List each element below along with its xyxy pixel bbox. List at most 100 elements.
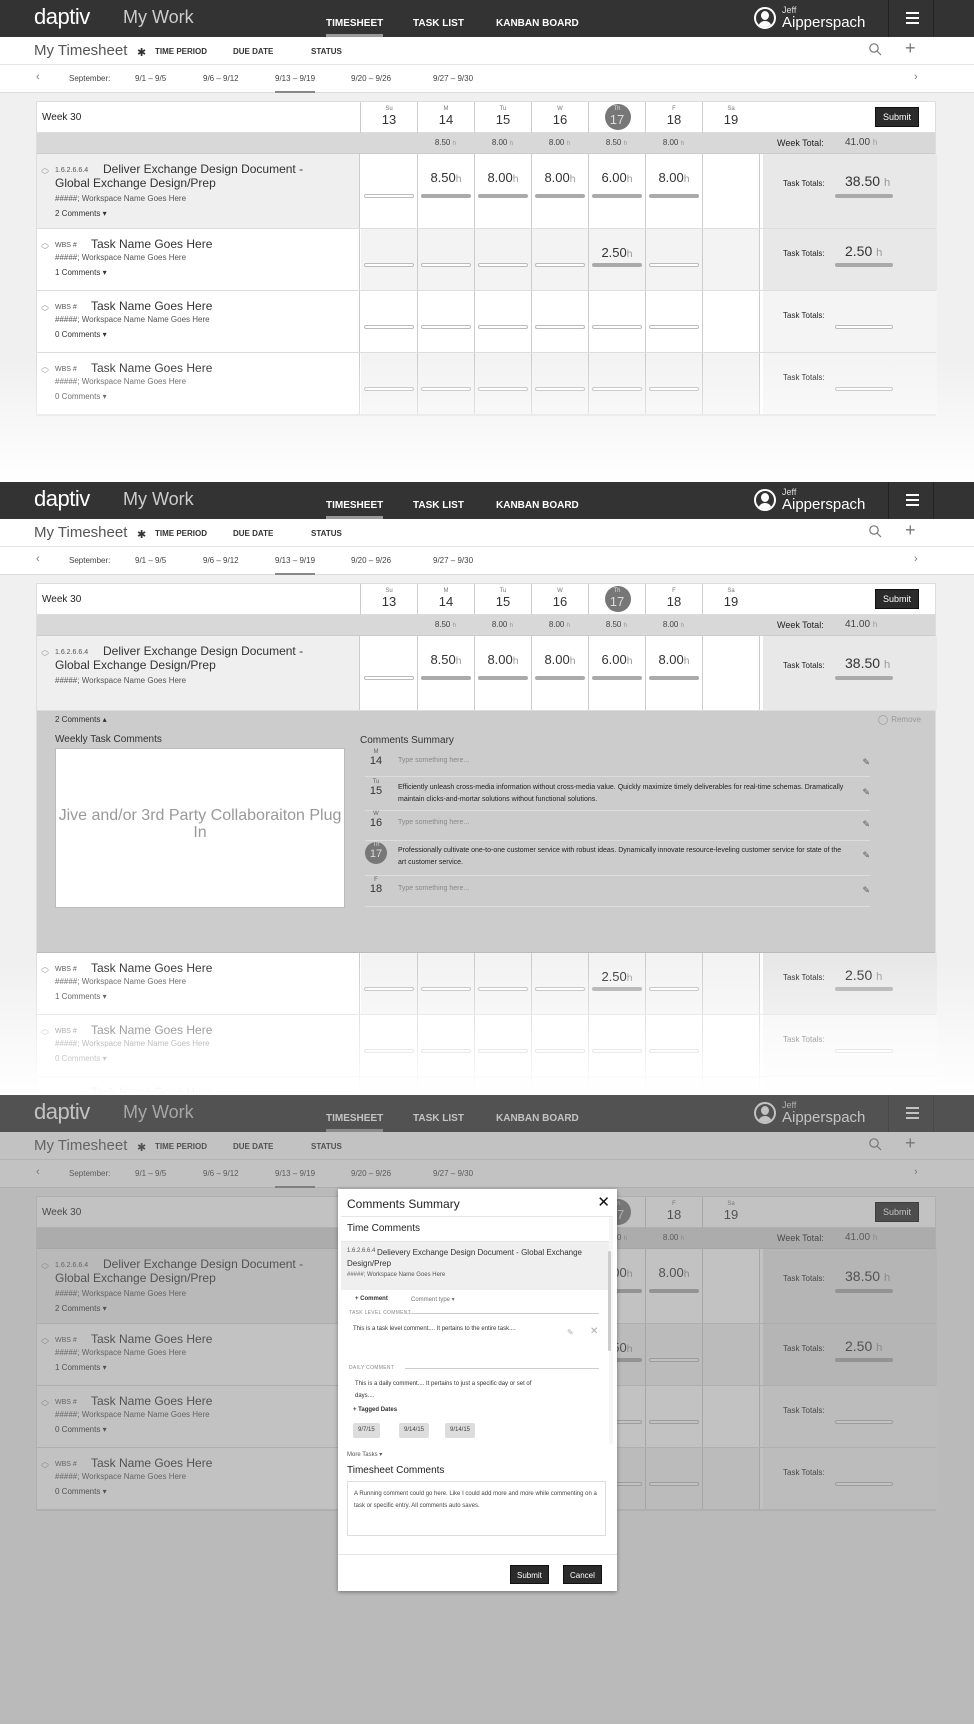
collaboration-plugin-placeholder[interactable]: Jive and/or 3rd Party Collaboraiton Plug… (55, 748, 345, 908)
tab-timesheet[interactable]: TIMESHEET (326, 18, 384, 37)
hours-cell[interactable] (361, 154, 418, 228)
task-row[interactable]: ︿ ﹀ 1.6.2.6.6.4 Deliver Exchange Design Doc… (37, 154, 937, 229)
hours-cell[interactable]: 6.00h (589, 636, 646, 710)
hours-cell[interactable] (418, 229, 475, 290)
next-period-button[interactable]: › (914, 553, 918, 565)
day-header-15[interactable]: Tu15 (474, 102, 531, 133)
hours-cell[interactable]: 8.00h (646, 636, 703, 710)
day-header-14[interactable]: M14 (417, 584, 474, 615)
pencil-icon[interactable]: ✎ (862, 819, 870, 830)
filter-due-date[interactable]: DUE DATE (233, 47, 273, 56)
hours-cell[interactable] (475, 229, 532, 290)
hours-cell[interactable]: 8.00h (532, 636, 589, 710)
search-icon[interactable] (868, 524, 882, 538)
tagged-dates-button[interactable]: + Tagged Dates (353, 1407, 397, 1413)
date-range-9-13[interactable]: 9/13 – 9/19 (275, 556, 316, 575)
pencil-icon[interactable]: ✎ (567, 1328, 574, 1337)
hours-cell[interactable]: 8.50h (418, 154, 475, 228)
task-row[interactable]: ︿ ﹀ 1.6.2.6.6.4 Deliver Exchange Design Doc… (37, 636, 937, 711)
tab-timesheet[interactable]: TIMESHEET (326, 500, 384, 519)
task-name[interactable]: Deliver Exchange Design Document - Globa… (55, 644, 315, 672)
date-range-9-6[interactable]: 9/6 – 9/12 (203, 74, 239, 93)
day-header-18[interactable]: F 18 (645, 102, 702, 133)
day-header-16[interactable]: W16 (531, 102, 588, 133)
hours-cell[interactable] (703, 229, 760, 290)
hamburger-menu-button[interactable] (888, 482, 934, 519)
submit-timesheet-button[interactable]: Submit (874, 589, 919, 609)
hours-cell[interactable] (646, 291, 703, 352)
hours-cell[interactable]: 8.00h (475, 154, 532, 228)
reorder-arrows-icon[interactable]: ︿﹀ (41, 164, 51, 180)
date-range-9-1[interactable]: 9/1 – 9/5 (135, 556, 166, 575)
day-header-13[interactable]: Su13 (360, 102, 417, 133)
task-name[interactable]: Task Name Goes Here (91, 299, 351, 313)
day-header-18[interactable]: F 18 (645, 584, 702, 615)
hours-cell[interactable] (703, 154, 760, 228)
daily-comment-entry[interactable]: M 14 Type something here... ✎ (365, 749, 870, 777)
day-header-17[interactable]: Th17 (588, 584, 645, 615)
date-range-9-6[interactable]: 9/6 – 9/12 (203, 556, 239, 575)
hours-cell[interactable] (589, 291, 646, 352)
comment-text[interactable]: Professionally cultivate one-to-one cust… (398, 845, 848, 869)
delete-icon[interactable]: ✕ (590, 1326, 598, 1337)
pencil-icon[interactable]: ✎ (862, 850, 870, 861)
time-comments-scroll-area[interactable]: Time Comments 1.6.2.6.6.4 Delievery Exchan… (341, 1216, 613, 1444)
hours-cell[interactable] (361, 229, 418, 290)
modal-submit-button[interactable]: Submit (510, 1565, 549, 1584)
comment-text[interactable]: Efficiently unleash cross-media informat… (398, 782, 848, 806)
day-header-13[interactable]: Su13 (360, 584, 417, 615)
search-icon[interactable] (868, 42, 882, 56)
reorder-arrows-icon[interactable]: ︿﹀ (41, 646, 51, 662)
date-range-9-1[interactable]: 9/1 – 9/5 (135, 74, 166, 93)
date-range-9-27[interactable]: 9/27 – 9/30 (433, 556, 473, 575)
daily-comment-entry[interactable]: W 16 Type something here... ✎ (365, 811, 870, 841)
gear-icon[interactable]: ✱ (137, 46, 146, 59)
task-row[interactable]: ︿﹀ WBS # Task Name Goes Here #####; Workspa… (37, 229, 937, 291)
comment-input[interactable]: Type something here... (398, 755, 848, 767)
hours-cell[interactable]: 8.50h (418, 636, 475, 710)
filter-due-date[interactable]: DUE DATE (233, 529, 273, 538)
hours-cell[interactable] (361, 636, 418, 710)
pencil-icon[interactable]: ✎ (862, 885, 870, 896)
hours-cell[interactable]: 8.00h (532, 154, 589, 228)
tagged-date-chip[interactable]: 9/14/15 (399, 1423, 430, 1438)
pencil-icon[interactable]: ✎ (862, 757, 870, 768)
daptiv-logo[interactable]: daptiv (34, 4, 90, 30)
daily-comment-entry[interactable]: Th 17 Professionally cultivate one-to-one … (365, 842, 870, 876)
hours-cell[interactable] (475, 291, 532, 352)
next-period-button[interactable]: › (914, 71, 918, 83)
date-range-9-20[interactable]: 9/20 – 9/26 (351, 556, 391, 575)
timesheet-comments-textarea[interactable]: A Running comment could go here. Like I … (347, 1481, 606, 1536)
filter-status[interactable]: STATUS (311, 529, 342, 538)
plus-icon[interactable]: + (905, 520, 916, 541)
day-header-17[interactable]: Th17 (588, 102, 645, 133)
hours-cell[interactable] (532, 291, 589, 352)
comment-type-dropdown[interactable]: Comment type ▾ (411, 1296, 455, 1303)
hours-cell[interactable] (418, 291, 475, 352)
gear-icon[interactable]: ✱ (137, 528, 146, 541)
comments-toggle[interactable]: 2 Comments ▾ (55, 209, 107, 218)
prev-period-button[interactable]: ‹ (36, 71, 40, 83)
hours-cell[interactable] (361, 291, 418, 352)
remove-button[interactable]: Remove (878, 715, 921, 725)
day-header-14[interactable]: M14 (417, 102, 474, 133)
daily-comment-entry[interactable]: Tu 15 Efficiently unleash cross-media info… (365, 779, 870, 811)
date-range-9-27[interactable]: 9/27 – 9/30 (433, 74, 473, 93)
hours-cell[interactable]: 8.00h (646, 154, 703, 228)
hours-cell[interactable] (646, 229, 703, 290)
modal-cancel-button[interactable]: Cancel (563, 1565, 602, 1584)
comments-toggle[interactable]: 0 Comments ▾ (55, 330, 107, 339)
submit-timesheet-button[interactable]: Submit (874, 107, 919, 127)
tab-kanban-board[interactable]: KANBAN BOARD (496, 18, 579, 37)
hours-cell[interactable] (703, 291, 760, 352)
day-header-19[interactable]: Sa 19 (702, 584, 759, 615)
tagged-date-chip[interactable]: 9/7/15 (353, 1423, 380, 1438)
hours-cell[interactable]: 6.00h (589, 154, 646, 228)
day-header-16[interactable]: W16 (531, 584, 588, 615)
tab-task-list[interactable]: TASK LIST (413, 500, 464, 519)
day-header-19[interactable]: Sa 19 (702, 102, 759, 133)
daptiv-logo[interactable]: daptiv (34, 486, 90, 512)
task-row[interactable]: ︿﹀ WBS # Task Name Goes Here #####; Workspa… (37, 291, 937, 353)
prev-period-button[interactable]: ‹ (36, 553, 40, 565)
comments-toggle[interactable]: 2 Comments ▴ (55, 715, 107, 724)
